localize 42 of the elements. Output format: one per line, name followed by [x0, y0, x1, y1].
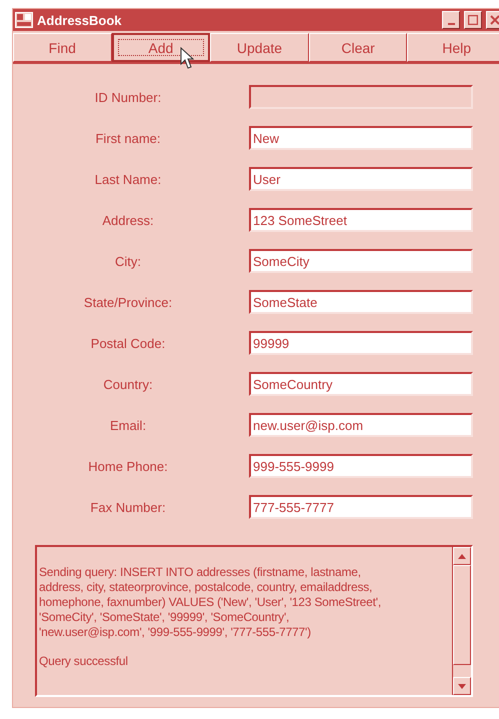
input-field[interactable]: SomeCity [249, 249, 473, 273]
minimize-button[interactable] [442, 11, 460, 29]
up-arrow-icon [458, 554, 466, 558]
input-field[interactable]: 99999 [249, 331, 473, 355]
field-label: Email: [108, 418, 148, 432]
scroll-up-button[interactable] [453, 547, 471, 565]
input-field[interactable]: 123 SomeStreet [249, 208, 473, 232]
toolbar-button[interactable]: Clear [308, 33, 408, 62]
field-label: Address: [101, 212, 155, 228]
log-text: Sending query: INSERT INTO addresses (firstname, lastname, address, city, stateorprovince, postalcode, country, emailaddress, homephone, faxnumber) VALUES ('New', 'User', '123 SomeStreet', 'SomeCity', 'SomeState', '99999', 'SomeCountry', 'new.user@isp.com', '999-555-9999', '777-555-7777') [39, 565, 382, 640]
input-field[interactable]: SomeCountry [249, 372, 473, 396]
window-title: AddressBook [37, 12, 123, 28]
field-label: ID Number: [94, 90, 162, 104]
log-area[interactable] [35, 545, 473, 697]
toolbar-button[interactable]: Find [13, 33, 112, 62]
maximize-icon [468, 15, 478, 25]
close-button[interactable] [486, 11, 499, 29]
scrollbar[interactable] [452, 547, 471, 695]
minimize-icon [448, 23, 454, 25]
input-field[interactable]: 777-555-7777 [249, 495, 473, 519]
field-label: Postal Code: [90, 336, 166, 350]
toolbar-button[interactable]: Update [210, 33, 309, 62]
down-arrow-icon [458, 684, 466, 688]
field-label: Last Name: [94, 172, 162, 186]
field-label: Fax Number: [89, 500, 167, 514]
scroll-down-button[interactable] [453, 677, 471, 695]
input-field[interactable]: new.user@isp.com [249, 413, 473, 437]
field-label: Home Phone: [87, 458, 169, 474]
cursor-icon [180, 47, 194, 69]
scroll-thumb[interactable] [453, 565, 471, 665]
toolbar-button[interactable]: Help [407, 33, 499, 62]
input-field[interactable]: User [249, 167, 473, 191]
field-label: City: [114, 254, 142, 268]
close-icon [490, 15, 499, 25]
maximize-button[interactable] [464, 11, 482, 29]
input-field[interactable]: 999-555-9999 [249, 454, 473, 478]
field-label: Country: [102, 376, 154, 392]
field-label: State/Province: [82, 294, 174, 310]
input-field[interactable]: New [249, 126, 473, 150]
log-text: Query successful [39, 654, 129, 669]
input-field[interactable]: SomeState [249, 290, 473, 314]
field-label: First name: [94, 130, 162, 146]
